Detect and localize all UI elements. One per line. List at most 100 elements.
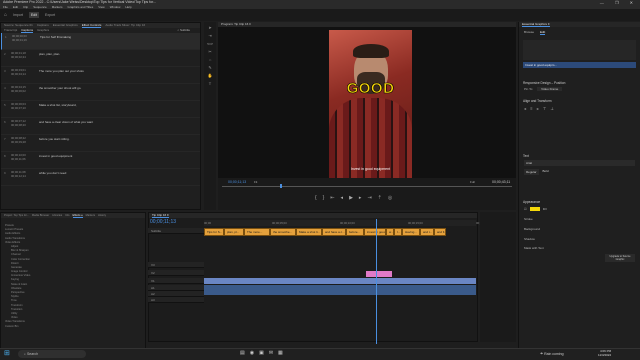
caption-text[interactable]: plan, plan, plan. <box>39 52 60 64</box>
background-row[interactable]: Background <box>519 224 640 234</box>
caption-clip[interactable]: The more... <box>244 228 270 236</box>
eg-layer-item[interactable]: Invest in good equipm... <box>523 62 636 68</box>
taskbar-clock[interactable]: 4:06 PM 11/3/2022 <box>598 349 611 357</box>
tab-info[interactable]: Info <box>65 213 69 218</box>
caption-row[interactable]: 3 00;00;03;01 00;00;04;14 The more you plan… <box>1 67 200 84</box>
taskbar-search[interactable]: ⌕ Search <box>18 350 86 358</box>
tab-libraries[interactable]: Libraries <box>52 213 62 218</box>
font-select[interactable]: Arial <box>524 160 635 166</box>
tab-history[interactable]: History <box>98 213 106 218</box>
mark-in-icon[interactable]: { <box>315 195 317 201</box>
tab-effect-controls[interactable]: Effect Controls <box>81 23 102 28</box>
zoom-select[interactable]: Fit <box>254 180 257 184</box>
selection-tool-icon[interactable]: ➤ <box>208 25 211 30</box>
eg-tab-browse[interactable]: Browse <box>524 30 534 35</box>
browser-icon[interactable]: ◉ <box>250 350 254 356</box>
mark-out-icon[interactable]: } <box>323 195 325 201</box>
pen-tool-icon[interactable]: ✎ <box>208 65 211 70</box>
caption-text[interactable]: the smoother your shoot will go. <box>39 86 81 98</box>
step-forward-icon[interactable]: ▸ <box>359 195 362 201</box>
video-clip[interactable] <box>204 278 476 284</box>
align-middle-icon[interactable]: ⊥ <box>550 106 553 111</box>
caption-clip[interactable]: the smoothe... <box>270 228 296 236</box>
pin-to-select[interactable]: Video Frame <box>537 87 563 91</box>
tab-transcript[interactable]: Transcript <box>4 28 17 33</box>
caption-clip[interactable]: w... <box>386 228 394 236</box>
video-frame[interactable]: GOOD Invest in good equipment <box>329 30 412 178</box>
ripple-edit-icon[interactable]: ⟺ <box>207 41 213 46</box>
go-to-in-icon[interactable]: ⇤ <box>330 195 334 201</box>
tab-markers[interactable]: Markers <box>86 213 95 218</box>
fill-checkbox[interactable]: ☑ <box>524 207 527 211</box>
timeline-timecode[interactable]: 00;00;11;13 <box>150 219 176 225</box>
go-to-out-icon[interactable]: ⇥ <box>367 195 371 201</box>
slip-tool-icon[interactable]: ⇔ <box>208 57 212 62</box>
tab-essential-graphics[interactable]: Essential Graphics <box>53 23 78 28</box>
weather-tray[interactable]: ☂ Rain coming <box>540 350 564 358</box>
caption-clip[interactable]: before... <box>346 228 364 236</box>
caption-text[interactable]: Make a shot list, storyboard, <box>39 103 77 115</box>
program-timecode[interactable]: 00;00;11;13 <box>228 180 246 184</box>
lift-icon[interactable]: ⇡ <box>378 195 382 201</box>
caption-text[interactable]: invest in good equipment <box>39 154 72 166</box>
caption-clip[interactable]: plan, pl... <box>224 228 244 236</box>
caption-clip[interactable]: and fi... <box>434 228 446 236</box>
align-right-icon[interactable]: ⫸ <box>537 106 539 111</box>
caption-row[interactable]: 8 00;00;10;00 00;00;11;06 invest in good eq… <box>1 152 200 169</box>
windows-start-icon[interactable]: ⊞ <box>4 350 12 358</box>
tab-captions[interactable]: Captions <box>21 28 34 33</box>
type-tool-icon[interactable]: T <box>209 81 211 86</box>
bold-toggle[interactable]: Bold <box>543 169 549 175</box>
tab-media-browser[interactable]: Media Browser <box>32 213 49 218</box>
caption-clip[interactable]: Having... <box>402 228 420 236</box>
caption-clip[interactable]: I... <box>394 228 402 236</box>
upgrade-button[interactable]: Upgrade to Source Graphic <box>605 254 635 262</box>
audio-clip[interactable] <box>204 285 476 295</box>
play-icon[interactable]: ▶ <box>349 195 353 201</box>
track-header-a3[interactable]: A3 <box>148 297 204 303</box>
caption-row[interactable]: 5 00;00;06;03 00;00;07;10 Make a shot list,… <box>1 101 200 118</box>
premiere-icon[interactable]: ▣ <box>259 350 264 356</box>
caption-clip[interactable]: Make a shot li... <box>296 228 322 236</box>
tab-export[interactable]: Export <box>43 12 57 18</box>
caption-clip[interactable]: Tips for S... <box>204 228 224 236</box>
tab-project[interactable]: Project: Top Tips for... <box>4 213 29 218</box>
mail-icon[interactable]: ✉ <box>269 350 273 356</box>
graphic-clip[interactable] <box>366 271 392 277</box>
resolution-select[interactable]: Full <box>470 180 475 184</box>
program-playhead[interactable] <box>280 184 282 188</box>
caption-row[interactable]: 9 00;00;11;08 00;00;12;14 while you don't n… <box>1 169 200 186</box>
caption-text[interactable]: before you start rolling. <box>39 137 70 149</box>
caption-text[interactable]: Tips for Self filmmaking <box>40 35 71 47</box>
track-header-v1[interactable]: V1 <box>148 278 204 284</box>
font-style-select[interactable]: Regular <box>524 169 539 175</box>
fill-color-swatch[interactable] <box>529 207 540 211</box>
caption-row[interactable]: 7 00;00;08;22 00;00;09;28 before you start … <box>1 135 200 152</box>
tab-sequence[interactable]: Tip Clip 16 ≡ <box>152 213 169 218</box>
eg-tab-edit[interactable]: Edit <box>540 30 546 35</box>
track-header-v2[interactable]: V2 <box>148 270 204 276</box>
step-back-icon[interactable]: ◂ <box>341 195 344 201</box>
timeline-ruler[interactable]: 00;0000;00;05;0000;00;10;0000;00;15;0000… <box>204 220 491 226</box>
caption-clip[interactable]: and t... <box>420 228 434 236</box>
tab-edit[interactable]: Edit <box>28 12 39 18</box>
effects-list-item[interactable]: Custom Bin <box>1 325 145 329</box>
program-scrubber[interactable] <box>222 186 512 187</box>
align-center-icon[interactable]: ≡ <box>530 106 532 111</box>
track-select-icon[interactable]: ⇥ <box>208 33 211 38</box>
caption-row[interactable]: 4 00;00;04;15 00;00;06;02 the smoother your… <box>1 84 200 101</box>
stroke-row[interactable]: Stroke <box>519 214 640 224</box>
mask-row[interactable]: Mask with Text <box>519 244 640 252</box>
caption-text[interactable]: while you don't need <box>39 171 66 183</box>
search-field[interactable]: ⌕ Subtitle <box>177 28 190 33</box>
track-header-subtitle[interactable]: Subtitle <box>148 228 204 234</box>
caption-clip[interactable]: and have a c... <box>322 228 346 236</box>
align-left-icon[interactable]: ⫷ <box>524 106 526 111</box>
tab-effects[interactable]: Effects ≡ <box>72 213 83 218</box>
home-icon[interactable]: ⌂ <box>4 12 7 18</box>
tab-import[interactable]: Import <box>11 12 25 18</box>
caption-row[interactable]: 2 00;00;01;18 00;00;02;24 plan, plan, plan. <box>1 50 200 67</box>
tab-audio-mixer[interactable]: Audio Track Mixer: Tip Clip 16 <box>105 23 145 28</box>
export-frame-icon[interactable]: ◎ <box>388 195 392 201</box>
track-header-v3[interactable]: V3 <box>148 262 204 268</box>
